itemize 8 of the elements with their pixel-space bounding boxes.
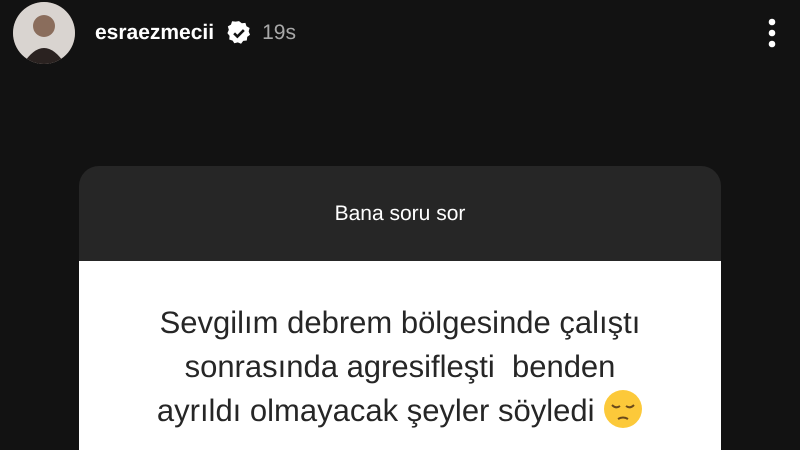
username[interactable]: esraezmecii xyxy=(95,17,214,49)
pensive-face-icon xyxy=(603,389,644,429)
question-text-line: Sevgilım debrem bölgesinde çalıştı xyxy=(160,305,640,340)
question-prompt: Bana soru sor xyxy=(334,200,466,227)
question-text-line: sonrasında agresifleşti benden xyxy=(184,349,616,384)
post-time: 19s xyxy=(262,20,296,46)
question-text-line: ayrıldı olmayacak şeyler söyledi xyxy=(156,393,594,428)
more-options-icon[interactable] xyxy=(768,18,776,48)
